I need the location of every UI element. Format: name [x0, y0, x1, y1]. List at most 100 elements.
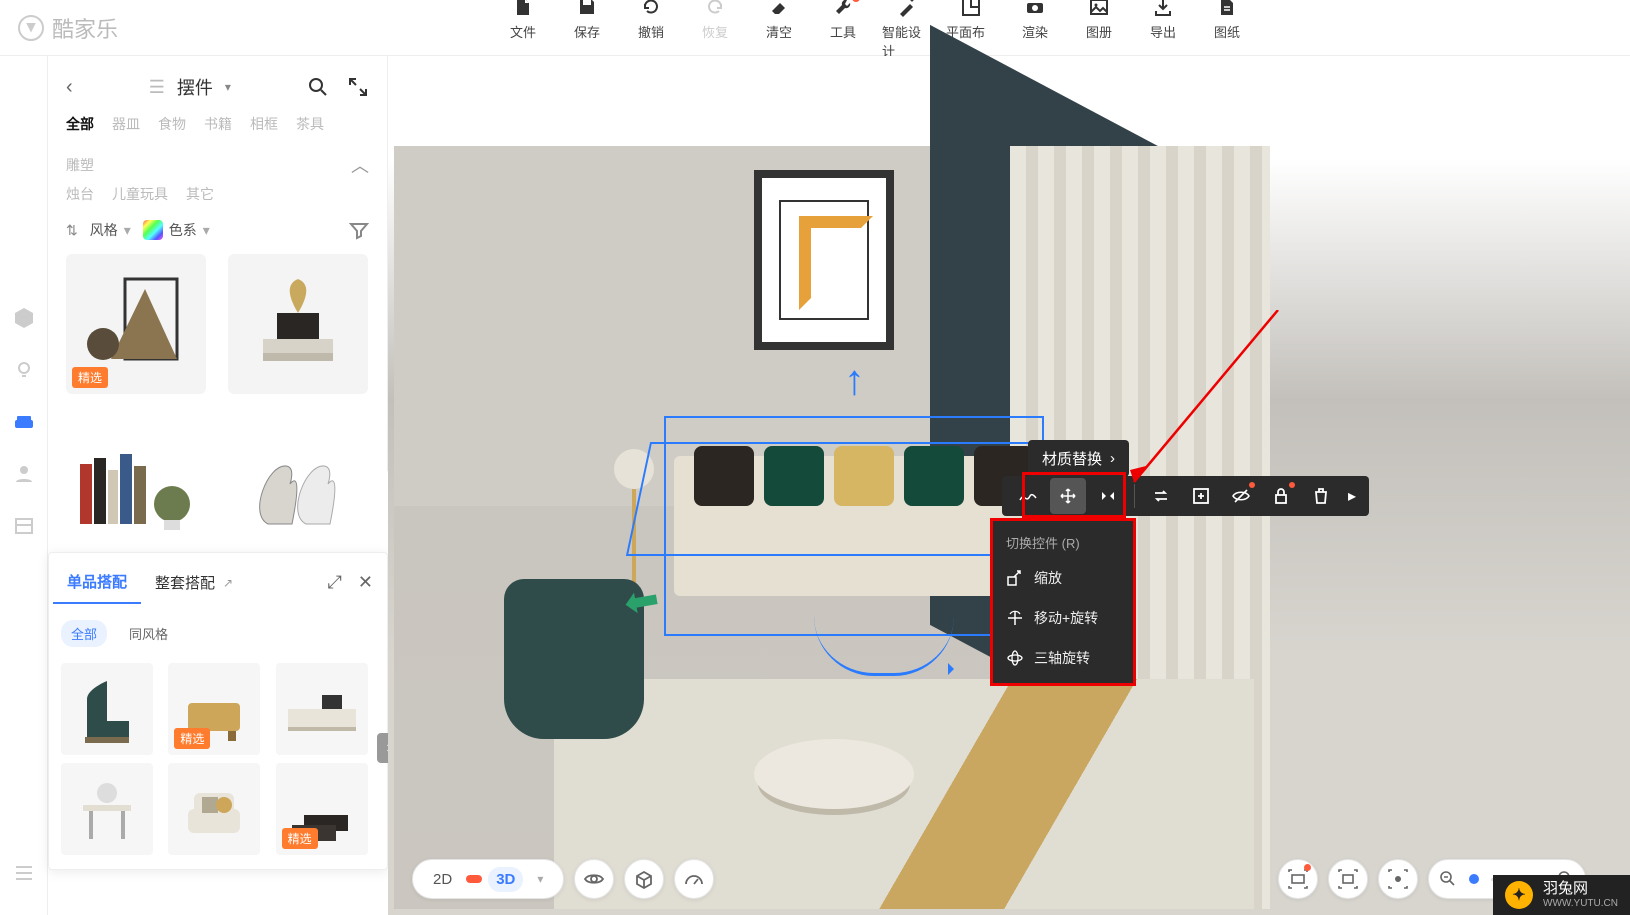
zoom-out-icon[interactable]	[1439, 870, 1457, 888]
ctx-more-icon[interactable]: ▸	[1343, 478, 1361, 514]
sort-icon[interactable]: ⇅	[66, 222, 78, 239]
toolbar-gallery[interactable]: 图册	[1074, 0, 1124, 60]
dropdown-caret-icon[interactable]: ▾	[225, 80, 231, 94]
undo-icon	[640, 0, 662, 18]
toolbar-file[interactable]: 文件	[498, 0, 548, 60]
toolbar-redo[interactable]: 恢复	[690, 0, 740, 60]
featured-badge: 精选	[72, 367, 108, 388]
brand: 酷家乐	[18, 12, 118, 44]
toolbar-tools[interactable]: 工具	[818, 0, 868, 60]
match-thumb[interactable]: 精选	[168, 663, 260, 755]
view-2d[interactable]: 2D	[425, 867, 460, 892]
notification-dot	[1289, 482, 1295, 488]
featured-badge: 精选	[174, 728, 210, 749]
eraser-icon	[768, 0, 790, 18]
nav-furniture-icon[interactable]	[12, 410, 36, 434]
color-swatch-icon	[143, 220, 163, 240]
brand-text: 酷家乐	[52, 12, 118, 44]
view-3d[interactable]: 3D	[488, 867, 523, 892]
cat-sculpture[interactable]: 雕塑	[66, 155, 94, 175]
main-toolbar: 文件 保存 撤销 恢复 清空 工具 智能设计 平面布置 渲染 图册 导出 图纸	[498, 0, 1252, 60]
cat-tea[interactable]: 茶具	[296, 114, 324, 134]
fit-view-icon[interactable]	[1328, 859, 1368, 899]
match-thumb[interactable]	[61, 763, 153, 855]
expand-icon[interactable]: ⤢	[328, 572, 342, 593]
gizmo-dropdown: 切换控件 (R) 缩放 移动+旋转 三轴旋转	[992, 519, 1136, 686]
category-tabs: 全部 器皿 食物 书籍 相框 茶具 雕塑 ︿	[66, 108, 369, 184]
match-thumb[interactable]	[276, 663, 368, 755]
center-view-icon[interactable]	[1378, 859, 1418, 899]
collapse-icon[interactable]: ︿	[351, 152, 369, 178]
cat-all[interactable]: 全部	[66, 114, 94, 134]
cat-food[interactable]: 食物	[158, 114, 186, 134]
nav-storage-icon[interactable]	[12, 514, 36, 538]
cat-book[interactable]: 书籍	[204, 114, 232, 134]
ctx-move-rotate-icon[interactable]	[1050, 478, 1086, 514]
search-icon[interactable]	[307, 76, 329, 98]
nav-models-icon[interactable]	[12, 306, 36, 330]
match-thumb[interactable]	[61, 663, 153, 755]
annotation-arrow	[1128, 310, 1288, 490]
toolbar-save[interactable]: 保存	[562, 0, 612, 60]
ctx-mirror-icon[interactable]	[1090, 478, 1126, 514]
tab-full[interactable]: 整套搭配	[141, 562, 229, 603]
toolbar-render[interactable]: 渲染	[1010, 0, 1060, 60]
save-icon	[576, 0, 598, 18]
nav-list-icon[interactable]	[12, 861, 36, 885]
cat-vessel[interactable]: 器皿	[112, 114, 140, 134]
gizmo-rotate-arc[interactable]	[814, 616, 954, 676]
asset-thumb[interactable]	[228, 414, 368, 554]
toolbar-clear[interactable]: 清空	[754, 0, 804, 60]
notification-dot	[466, 875, 482, 883]
dropdown-scale[interactable]: 缩放	[992, 558, 1136, 598]
view-toggles: 2D 3D▾	[412, 859, 714, 899]
magic-icon	[896, 0, 918, 18]
tab-single[interactable]: 单品搭配	[53, 561, 141, 604]
toolbar-drawing[interactable]: 图纸	[1202, 0, 1252, 60]
box-view-toggle[interactable]	[624, 859, 664, 899]
nav-light-icon[interactable]	[12, 358, 36, 382]
ctx-handwrite-icon[interactable]	[1010, 478, 1046, 514]
wall-art-frame	[754, 170, 894, 350]
match-thumb[interactable]	[168, 763, 260, 855]
chevron-right-icon: ›	[1110, 450, 1115, 467]
cat-toy[interactable]: 儿童玩具	[112, 184, 168, 204]
focus-object-icon[interactable]	[1278, 859, 1318, 899]
asset-grid: 精选	[66, 254, 369, 554]
camera-icon	[1024, 0, 1046, 18]
plan-icon	[960, 0, 982, 18]
filter-style[interactable]: 风格▾	[90, 220, 131, 240]
toolbar-export[interactable]: 导出	[1138, 0, 1188, 60]
subfilter-same[interactable]: 同风格	[119, 620, 178, 647]
dropdown-move-rotate[interactable]: 移动+旋转	[992, 598, 1136, 638]
match-thumb[interactable]: 精选	[276, 763, 368, 855]
wrench-icon	[832, 0, 854, 18]
asset-thumb[interactable]	[228, 254, 368, 394]
cat-frame[interactable]: 相框	[250, 114, 278, 134]
panel-title: 摆件	[177, 74, 213, 100]
expand-icon[interactable]	[347, 76, 369, 98]
material-replace-button[interactable]: 材质替换 ›	[1028, 440, 1129, 477]
subfilter-all[interactable]: 全部	[61, 620, 107, 647]
cat-other[interactable]: 其它	[186, 184, 214, 204]
nav-user-icon[interactable]	[12, 462, 36, 486]
close-icon[interactable]: ✕	[358, 572, 373, 593]
toolbar-ai-design[interactable]: 智能设计	[882, 0, 932, 60]
asset-thumb[interactable]: 精选	[66, 254, 206, 394]
filter-color[interactable]: 色系▾	[143, 220, 210, 240]
ctx-delete-icon[interactable]	[1303, 478, 1339, 514]
filter-icon[interactable]	[349, 220, 369, 240]
toolbar-undo[interactable]: 撤销	[626, 0, 676, 60]
dropdown-3axis-rotate[interactable]: 三轴旋转	[992, 638, 1136, 678]
cat-candle[interactable]: 烛台	[66, 184, 94, 204]
visibility-toggle[interactable]	[574, 859, 614, 899]
asset-thumb[interactable]	[66, 414, 206, 554]
selected-object[interactable]: ↑ ⬅	[664, 416, 1044, 636]
view-mode-toggle[interactable]: 2D 3D▾	[412, 859, 564, 899]
redo-icon	[704, 0, 726, 18]
list-view-icon[interactable]: ☰	[149, 77, 165, 98]
slider-handle[interactable]	[1469, 874, 1479, 884]
speed-toggle[interactable]	[674, 859, 714, 899]
gizmo-up-arrow[interactable]: ↑	[844, 356, 865, 404]
back-icon[interactable]: ‹	[66, 76, 73, 99]
